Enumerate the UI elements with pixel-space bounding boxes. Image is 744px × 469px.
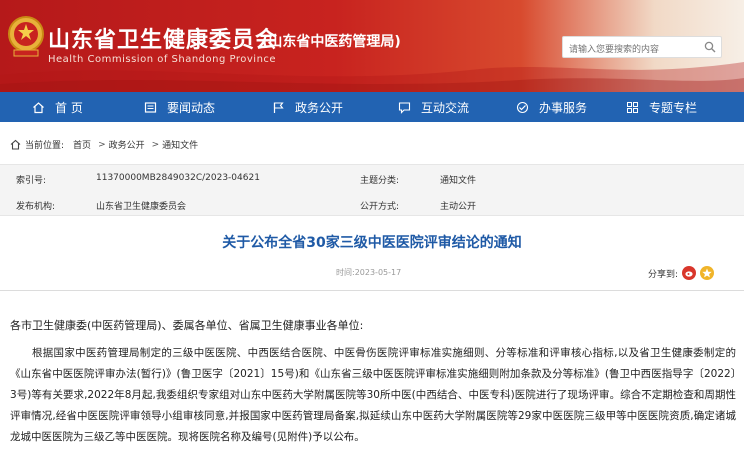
article-divider xyxy=(0,290,744,291)
nav-item-label: 政务公开 xyxy=(295,100,344,115)
breadcrumb: 当前位置: 首页 > 政务公开 > 通知文件 xyxy=(10,138,201,151)
site-title[interactable]: 山东省卫生健康委员会 xyxy=(48,22,278,54)
nav-item-services[interactable]: 办事服务 xyxy=(516,92,587,122)
chevron-right-icon: > xyxy=(151,139,160,150)
nav-item-label: 首 页 xyxy=(55,100,83,115)
mode-value: 主动公开 xyxy=(440,202,477,212)
nav-item-interaction[interactable]: 互动交流 xyxy=(398,92,469,122)
search-icon[interactable] xyxy=(704,41,716,53)
article-time: 时间:2023-05-17 xyxy=(336,268,402,277)
nav-item-label: 要闻动态 xyxy=(167,100,216,115)
flag-icon xyxy=(273,101,284,113)
topic-label: 主题分类: xyxy=(360,176,400,186)
qzone-share-icon[interactable] xyxy=(700,266,715,280)
nav-item-news[interactable]: 要闻动态 xyxy=(144,92,215,122)
search-box xyxy=(562,36,722,60)
document-info-table: 索引号: 11370000MB2849032C/2023-04621 主题分类:… xyxy=(0,164,744,216)
org-value: 山东省卫生健康委员会 xyxy=(96,202,187,212)
article-title: 关于公布全省30家三级中医医院评审结论的通知 xyxy=(222,235,522,251)
nav-item-label: 互动交流 xyxy=(421,100,470,115)
breadcrumb-prefix: 当前位置: xyxy=(25,141,65,151)
search-input[interactable] xyxy=(563,40,695,60)
index-label: 索引号: xyxy=(16,176,47,186)
mode-label: 公开方式: xyxy=(360,202,400,212)
main-nav: 首 页 要闻动态 政务公开 互动交流 办事服务 专题专栏 xyxy=(0,92,744,122)
site-subtitle: (山东省中医药管理局) xyxy=(262,34,401,50)
breadcrumb-item-notices[interactable]: 通知文件 xyxy=(162,138,198,151)
index-value: 11370000MB2849032C/2023-04621 xyxy=(96,173,260,183)
grid-icon xyxy=(627,101,638,113)
nav-item-gov-affairs[interactable]: 政务公开 xyxy=(272,92,343,122)
topic-value: 通知文件 xyxy=(440,176,477,186)
nav-item-topics[interactable]: 专题专栏 xyxy=(626,92,697,122)
site-header: 山东省卫生健康委员会 (山东省中医药管理局) Health Commission… xyxy=(0,0,744,92)
chevron-right-icon: > xyxy=(98,139,106,150)
share-label: 分享到: xyxy=(648,269,679,280)
nav-item-label: 专题专栏 xyxy=(649,100,698,115)
chat-icon xyxy=(398,101,411,114)
weibo-share-icon[interactable] xyxy=(682,266,697,280)
home-icon xyxy=(33,101,44,113)
national-emblem-icon xyxy=(8,16,44,57)
home-icon xyxy=(10,139,21,150)
breadcrumb-item-gov-affairs[interactable]: 政务公开 xyxy=(109,138,145,151)
org-label: 发布机构: xyxy=(16,202,56,212)
site-english-name: Health Commission of Shandong Province xyxy=(48,54,277,65)
nav-item-label: 办事服务 xyxy=(539,100,588,115)
article-salutation: 各市卫生健康委(中医药管理局)、委属各单位、省属卫生健康事业各单位: xyxy=(10,319,364,332)
breadcrumb-item-home[interactable]: 首页 xyxy=(73,138,91,151)
article-paragraph: 根据国家中医药管理局制定的三级中医医院、中西医结合医院、中医骨伤医院评审标准实施… xyxy=(10,347,736,443)
handshake-icon xyxy=(516,101,529,113)
news-icon xyxy=(144,101,157,113)
share-bar: 分享到: xyxy=(648,266,715,280)
nav-item-home[interactable]: 首 页 xyxy=(32,92,83,122)
